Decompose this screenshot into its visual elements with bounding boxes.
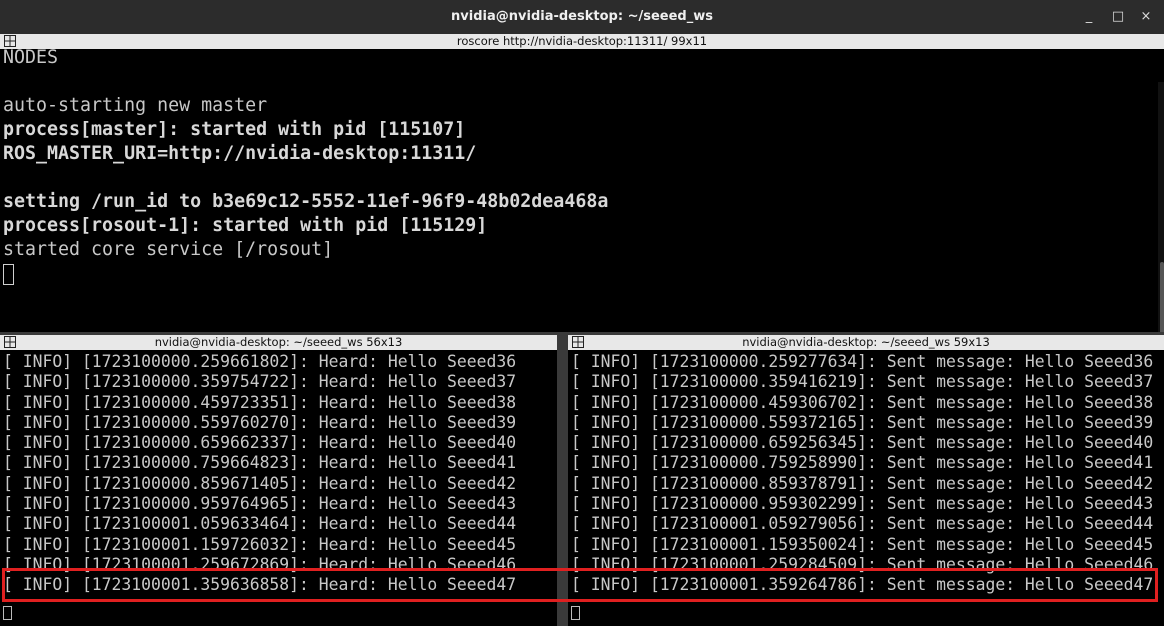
pane-divider-vertical[interactable] — [557, 335, 568, 626]
log-line: [ INFO] [1723100001.359636858]: Heard: H… — [3, 575, 517, 595]
pane-header-talker[interactable]: nvidia@nvidia-desktop: ~/seeed_ws 59x13 — [568, 335, 1164, 350]
terminal-line: process[rosout-1]: started with pid [115… — [3, 215, 488, 236]
terminal-cursor — [3, 606, 12, 620]
terminal-line: started core service [/rosout] — [3, 239, 334, 260]
log-line: [ INFO] [1723100000.959764965]: Heard: H… — [3, 494, 517, 514]
log-line: [ INFO] [1723100000.559372165]: Sent mes… — [571, 412, 1154, 432]
log-line: [ INFO] [1723100000.559760270]: Heard: H… — [3, 412, 517, 432]
log-line: [ INFO] [1723100000.759258990]: Sent mes… — [571, 453, 1154, 473]
log-line: [ INFO] [1723100000.259661802]: Heard: H… — [3, 352, 517, 371]
listener-output: [ INFO] [1723100000.259661802]: Heard: H… — [3, 352, 555, 596]
log-line: [ INFO] [1723100000.359416219]: Sent mes… — [571, 372, 1154, 392]
pane-header-title: nvidia@nvidia-desktop: ~/seeed_ws 56x13 — [154, 335, 403, 349]
log-line: [ INFO] [1723100001.159350024]: Sent mes… — [571, 534, 1154, 554]
terminal-line: process[master]: started with pid [11510… — [3, 119, 466, 140]
terminal-line: setting /run_id to b3e69c12-5552-11ef-96… — [3, 191, 609, 212]
roscore-output: NODES auto-starting new master process[mas… — [3, 46, 1164, 286]
close-button[interactable]: × — [1138, 9, 1154, 25]
log-line: [ INFO] [1723100000.459723351]: Heard: H… — [3, 392, 517, 412]
terminal-line: auto-starting new master — [3, 95, 268, 116]
grid-icon[interactable] — [572, 336, 584, 348]
window-title: nvidia@nvidia-desktop: ~/seeed_ws — [451, 9, 713, 24]
terminal-line: ROS_MASTER_URI=http://nvidia-desktop:113… — [3, 143, 477, 164]
log-line: [ INFO] [1723100001.259284509]: Sent mes… — [571, 554, 1154, 574]
pane-header-title: nvidia@nvidia-desktop: ~/seeed_ws 59x13 — [742, 335, 990, 349]
log-line: [ INFO] [1723100000.759664823]: Heard: H… — [3, 453, 517, 473]
minimize-button[interactable]: _ — [1081, 9, 1097, 25]
log-line: [ INFO] [1723100000.259277634]: Sent mes… — [571, 352, 1154, 371]
log-line: [ INFO] [1723100000.859671405]: Heard: H… — [3, 473, 517, 493]
maximize-button[interactable]: □ — [1110, 9, 1126, 25]
log-line: [ INFO] [1723100001.359264786]: Sent mes… — [571, 575, 1154, 595]
log-line: [ INFO] [1723100000.959302299]: Sent mes… — [571, 494, 1154, 514]
cursor-line — [3, 262, 1164, 286]
terminal-line: NODES — [3, 47, 59, 68]
log-line: [ INFO] [1723100001.259672869]: Heard: H… — [3, 554, 517, 574]
grid-icon[interactable] — [4, 336, 16, 348]
window-titlebar[interactable]: nvidia@nvidia-desktop: ~/seeed_ws _ □ × — [0, 0, 1164, 34]
log-line: [ INFO] [1723100000.359754722]: Heard: H… — [3, 372, 517, 392]
talker-output: [ INFO] [1723100000.259277634]: Sent mes… — [571, 352, 1161, 596]
terminal-cursor — [571, 606, 580, 620]
log-line: [ INFO] [1723100001.159726032]: Heard: H… — [3, 534, 517, 554]
pane-header-listener[interactable]: nvidia@nvidia-desktop: ~/seeed_ws 56x13 — [0, 335, 557, 350]
log-line: [ INFO] [1723100001.059633464]: Heard: H… — [3, 514, 517, 534]
log-line: [ INFO] [1723100001.059279056]: Sent mes… — [571, 514, 1154, 534]
log-line: [ INFO] [1723100000.659662337]: Heard: H… — [3, 433, 517, 453]
terminal-cursor — [3, 263, 14, 285]
log-line: [ INFO] [1723100000.659256345]: Sent mes… — [571, 433, 1154, 453]
log-line: [ INFO] [1723100000.459306702]: Sent mes… — [571, 392, 1154, 412]
log-line: [ INFO] [1723100000.859378791]: Sent mes… — [571, 473, 1154, 493]
